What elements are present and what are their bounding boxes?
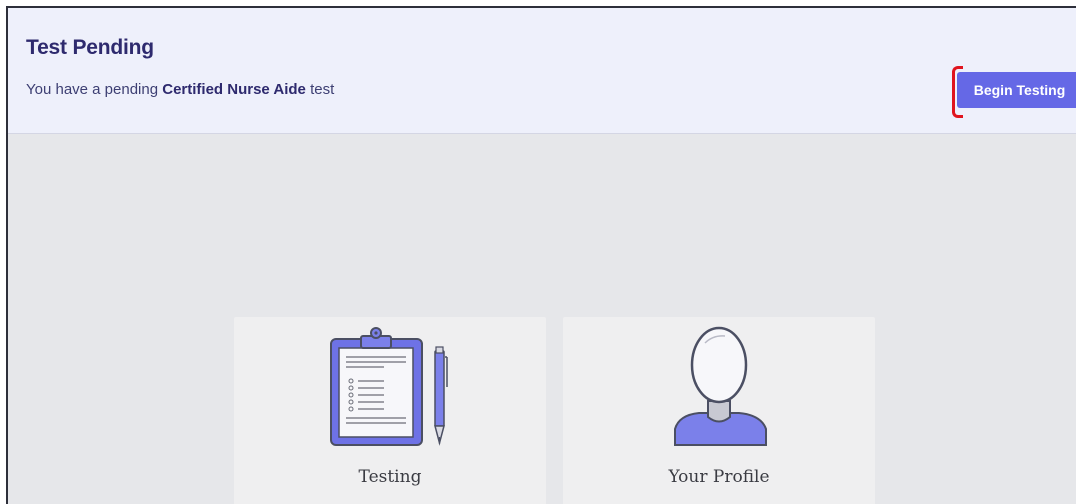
testing-card-label: Testing <box>358 467 422 487</box>
banner-message: You have a pending Certified Nurse Aide … <box>26 81 334 98</box>
test-pending-banner: Test Pending You have a pending Certifie… <box>8 8 1076 134</box>
banner-title: Test Pending <box>26 36 154 59</box>
banner-message-suffix: test <box>305 81 335 98</box>
clipboard-icon <box>330 327 448 446</box>
test-name: Certified Nurse Aide <box>162 81 306 98</box>
profile-card[interactable]: Your Profile <box>563 317 875 504</box>
user-profile-icon <box>674 326 767 446</box>
banner-message-prefix: You have a pending <box>26 81 163 98</box>
profile-card-label: Your Profile <box>668 467 770 487</box>
testing-card[interactable]: Testing <box>234 317 546 504</box>
app-frame: Test Pending You have a pending Certifie… <box>6 6 1076 504</box>
begin-testing-button[interactable]: Begin Testing <box>957 72 1076 108</box>
